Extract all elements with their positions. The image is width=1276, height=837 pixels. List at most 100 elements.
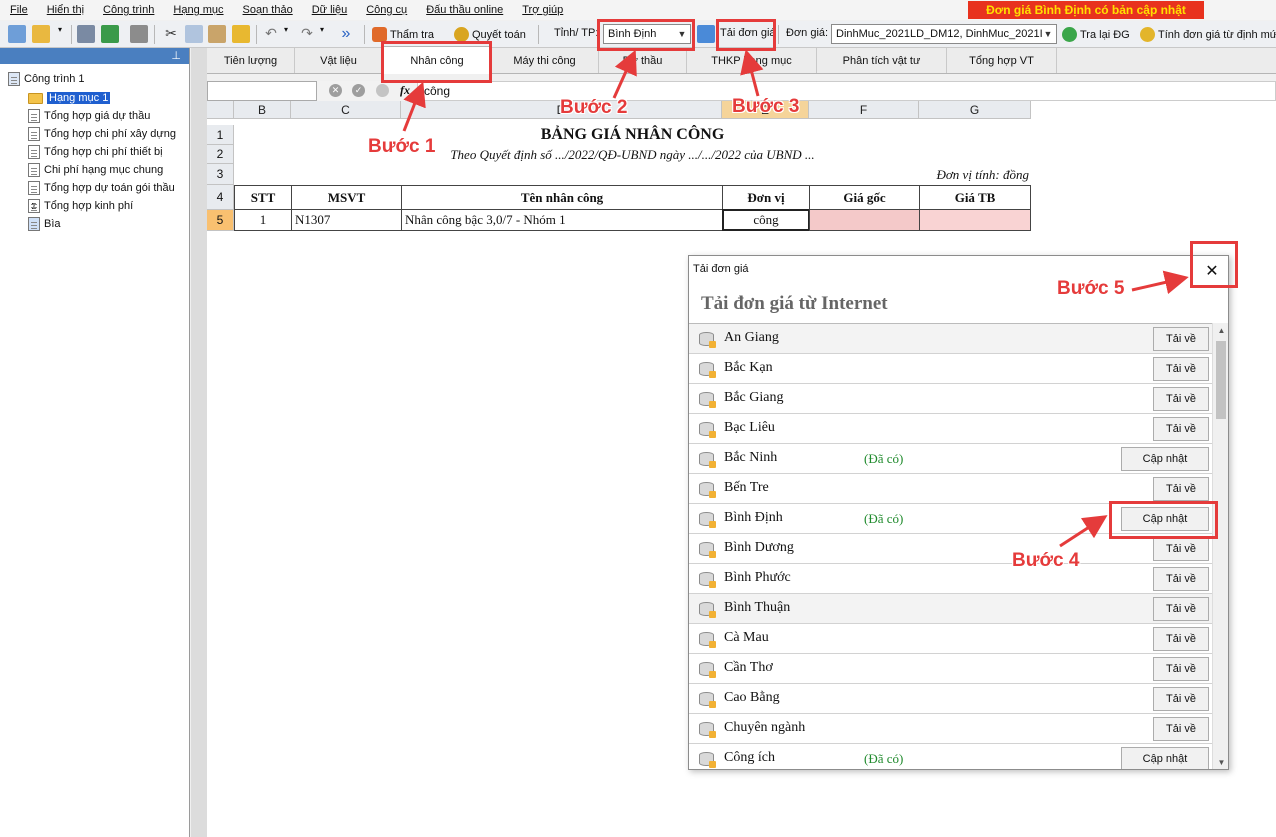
tree-item-general-cost[interactable]: Chi phí hạng mục chung [28,162,163,178]
menu-online-bidding[interactable]: Đấu thầu online [416,4,512,16]
settlement-button[interactable]: Quyết toán [454,25,526,44]
tab-material-summary[interactable]: Tổng hợp VT [947,48,1057,73]
fast-forward-icon[interactable]: » [337,25,355,43]
menu-help[interactable]: Trợ giúp [512,4,572,16]
province-row[interactable]: Cao Bằng Tải về [689,684,1212,714]
download-icon[interactable] [697,25,715,43]
tree-item-category-1[interactable]: Hạng mục 1 [28,90,111,106]
scroll-thumb[interactable] [1216,341,1226,419]
scroll-down-icon[interactable]: ▼ [1213,755,1228,769]
formula-input[interactable]: công [417,81,1276,101]
download-button[interactable]: Tải về [1153,687,1209,711]
download-button[interactable]: Tải về [1153,627,1209,651]
row-header[interactable]: 2 [207,145,234,164]
province-row[interactable]: Bắc Ninh (Đã có) Cập nhật [689,444,1212,474]
province-row[interactable]: Bình Dương Tải về [689,534,1212,564]
province-row[interactable]: Bạc Liêu Tải về [689,414,1212,444]
paste-icon[interactable] [208,25,226,43]
download-button[interactable]: Tải về [1153,477,1209,501]
cut-icon[interactable]: ✂ [162,25,180,43]
tree-root[interactable]: Công trình 1 [8,71,85,87]
download-button[interactable]: Tải về [1153,717,1209,741]
menu-edit[interactable]: Soạn thảo [233,4,302,16]
close-icon[interactable]: ✕ [1201,262,1223,280]
tree-item-bid-summary[interactable]: Tổng hợp giá dự thầu [28,108,150,124]
load-price-button[interactable]: Tải đơn giá [720,27,776,39]
header-base-price[interactable]: Giá gốc [809,185,920,210]
print-icon[interactable] [130,25,148,43]
province-row[interactable]: An Giang Tải về [689,324,1212,354]
list-scrollbar[interactable]: ▲ ▼ [1212,323,1228,769]
tree-item-construction-cost[interactable]: Tổng hợp chi phí xây dựng [28,126,176,142]
cell-stt[interactable]: 1 [234,209,292,231]
new-project-icon[interactable] [8,25,26,43]
pin-icon[interactable]: ⊥ [171,49,181,62]
calc-price-button[interactable]: Tính đơn giá từ định mức [1140,25,1276,44]
panel-splitter[interactable] [191,48,207,837]
download-button[interactable]: Tải về [1153,567,1209,591]
province-row[interactable]: Công ích (Đã có) Cập nhật [689,744,1212,769]
menu-view[interactable]: Hiển thị [37,4,93,16]
download-button[interactable]: Tải về [1153,537,1209,561]
tab-material-analysis[interactable]: Phân tích vật tư [817,48,947,73]
cell-labor-name[interactable]: Nhân công bậc 3,0/7 - Nhóm 1 [401,209,723,231]
copy-icon[interactable] [185,25,203,43]
province-row[interactable]: Bình Định (Đã có) Cập nhật [689,504,1212,534]
review-button[interactable]: Thẩm tra [372,25,434,44]
recheck-price-button[interactable]: Tra lại ĐG [1062,25,1130,44]
cancel-icon[interactable]: ✕ [329,84,342,97]
tab-quantities[interactable]: Tiên lượng [207,48,295,73]
corner-cell[interactable] [207,101,234,119]
column-header[interactable]: C [291,101,401,119]
redo-icon[interactable]: ↷ [298,25,316,43]
header-avg-price[interactable]: Giá TB [919,185,1031,210]
tab-machines[interactable]: Máy thi công [491,48,599,73]
province-row[interactable]: Chuyên ngành Tải về [689,714,1212,744]
tree-item-cover[interactable]: Bìa [28,216,61,232]
province-row[interactable]: Bắc Giang Tải về [689,384,1212,414]
confirm-icon[interactable]: ✓ [352,84,365,97]
update-button[interactable]: Cập nhật [1121,447,1209,471]
download-button[interactable]: Tải về [1153,357,1209,381]
save-icon[interactable] [77,25,95,43]
scroll-up-icon[interactable]: ▲ [1213,323,1228,337]
dropdown-arrow-icon[interactable]: ▾ [58,25,66,43]
tab-bid[interactable]: Dự thầu [599,48,687,73]
column-header[interactable]: G [919,101,1031,119]
header-labor-name[interactable]: Tên nhân công [401,185,723,210]
undo-icon[interactable]: ↶ [262,25,280,43]
tab-materials[interactable]: Vật liệu [295,48,383,73]
open-folder-icon[interactable] [32,25,50,43]
download-button[interactable]: Tải về [1153,597,1209,621]
update-button[interactable]: Cập nhật [1121,747,1209,769]
province-select[interactable]: Bình Định ▼ [603,24,691,44]
name-box[interactable] [207,81,317,101]
header-stt[interactable]: STT [234,185,292,210]
format-brush-icon[interactable] [232,25,250,43]
download-button[interactable]: Tải về [1153,417,1209,441]
row-header[interactable]: 3 [207,164,234,185]
tree-item-equipment-cost[interactable]: Tổng hợp chi phí thiết bị [28,144,163,160]
excel-icon[interactable] [101,25,119,43]
function-icon[interactable] [376,84,389,97]
tree-item-package-estimate[interactable]: Tổng hợp dự toán gói thầu [28,180,175,196]
column-header[interactable]: F [809,101,919,119]
menu-tools[interactable]: Công cụ [356,4,416,16]
province-row[interactable]: Bình Thuận Tải về [689,594,1212,624]
header-msvt[interactable]: MSVT [291,185,402,210]
row-header[interactable]: 1 [207,125,234,145]
update-button[interactable]: Cập nhật [1121,507,1209,531]
redo-dropdown-icon[interactable]: ▾ [320,25,328,43]
cell-avg-price[interactable] [919,209,1031,231]
header-unit[interactable]: Đơn vị [722,185,810,210]
province-row[interactable]: Bắc Kạn Tải về [689,354,1212,384]
row-header[interactable]: 5 [207,210,234,231]
cell-unit-selected[interactable]: công [722,209,810,231]
province-row[interactable]: Cà Mau Tải về [689,624,1212,654]
download-button[interactable]: Tải về [1153,387,1209,411]
cell-base-price[interactable] [809,209,920,231]
province-row[interactable]: Bến Tre Tải về [689,474,1212,504]
province-row[interactable]: Bình Phước Tải về [689,564,1212,594]
menu-category[interactable]: Hạng mục [163,4,232,16]
download-button[interactable]: Tải về [1153,657,1209,681]
